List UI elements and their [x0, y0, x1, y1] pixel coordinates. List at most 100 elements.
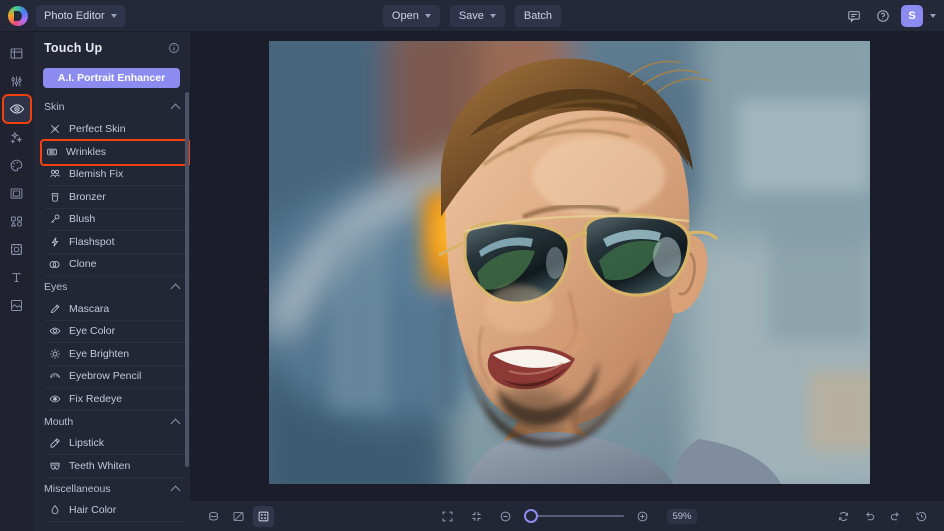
page-title: Touch Up — [44, 41, 103, 55]
undo-icon[interactable] — [859, 506, 880, 527]
open-button[interactable]: Open — [382, 5, 440, 27]
redo-icon[interactable] — [885, 506, 906, 527]
group-label-eyes: Eyes — [44, 281, 68, 293]
sidebar-item-color[interactable] — [4, 152, 30, 178]
list-item-label: Clone — [69, 258, 97, 271]
sidebar-item-adjust[interactable] — [4, 68, 30, 94]
bronzer-icon — [48, 190, 61, 203]
avatar-initial: S — [908, 10, 916, 22]
info-icon[interactable] — [168, 42, 180, 54]
list-item-fix-redeye[interactable]: Fix Redeye — [45, 388, 186, 411]
image-canvas[interactable] — [190, 32, 944, 500]
sidebar-item-crop[interactable] — [4, 40, 30, 66]
left-tool-rail — [0, 32, 33, 531]
photo-editor-window: Photo Editor Open Save Batch S Touch Up … — [0, 0, 944, 531]
chevron-up-icon — [170, 103, 181, 114]
topbar-right-group: S — [843, 0, 936, 32]
list-item-label: Blemish Fix — [69, 168, 124, 181]
zoom-controls: 59% — [190, 506, 944, 527]
group-header-skin[interactable]: Skin — [33, 96, 190, 118]
sidebar-item-touch-up[interactable] — [3, 96, 30, 122]
ai-portrait-enhancer-button[interactable]: A.I. Portrait Enhancer — [43, 68, 180, 88]
photo-artwork — [269, 41, 870, 484]
list-item-label: Teeth Whiten — [69, 459, 131, 472]
list-item-mascara[interactable]: Mascara — [45, 298, 186, 321]
chevron-down-icon — [110, 13, 117, 18]
group-label-miscellaneous: Miscellaneous — [44, 482, 111, 495]
list-item-label: Fix Redeye — [69, 392, 123, 405]
zoom-slider[interactable] — [524, 509, 625, 523]
fix-redeye-icon — [48, 392, 61, 405]
list-item-eye-color[interactable]: Eye Color — [45, 321, 186, 343]
zoom-in-icon[interactable] — [632, 506, 653, 527]
chevron-up-icon — [170, 283, 181, 294]
list-item-eye-brighten[interactable]: Eye Brighten — [45, 343, 186, 366]
teeth-whiten-icon — [48, 459, 61, 472]
list-item-flashspot[interactable]: Flashspot — [45, 231, 186, 254]
sidebar-item-layers[interactable] — [4, 292, 30, 318]
top-toolbar: Photo Editor Open Save Batch S — [0, 0, 944, 32]
list-item-eyebrow-pencil[interactable]: Eyebrow Pencil — [45, 366, 186, 388]
history-icon[interactable] — [911, 506, 932, 527]
chevron-down-icon[interactable] — [930, 14, 936, 18]
fit-to-screen-icon[interactable] — [437, 506, 458, 527]
panel-header: Touch Up — [33, 32, 190, 64]
list-item-label: Eye Brighten — [69, 347, 130, 360]
actual-size-icon[interactable] — [466, 506, 487, 527]
list-item-blemish-fix[interactable]: Blemish Fix — [45, 164, 186, 186]
list-item-perfect-skin[interactable]: Perfect Skin — [45, 118, 186, 141]
list-item-label: Blush — [69, 213, 96, 226]
app-switcher[interactable]: Photo Editor — [36, 4, 125, 27]
list-item-label: Eyebrow Pencil — [69, 370, 142, 383]
sidebar-item-effects[interactable] — [4, 124, 30, 150]
list-item-label: Mascara — [69, 302, 110, 315]
list-item-label: Perfect Skin — [69, 122, 126, 135]
touch-up-panel: Touch Up A.I. Portrait Enhancer Skin Per… — [33, 32, 190, 531]
list-item-label: Flashspot — [69, 235, 115, 248]
group-header-miscellaneous[interactable]: Miscellaneous — [33, 478, 190, 500]
lipstick-icon — [48, 437, 61, 450]
batch-button[interactable]: Batch — [514, 5, 562, 27]
sidebar-item-text[interactable] — [4, 264, 30, 290]
photo-preview[interactable] — [269, 41, 870, 484]
list-item-clone[interactable]: Clone — [45, 254, 186, 276]
list-item-lipstick[interactable]: Lipstick — [45, 433, 186, 455]
mascara-icon — [48, 302, 61, 315]
avatar[interactable]: S — [901, 5, 923, 27]
list-item-teeth-whiten[interactable]: Teeth Whiten — [45, 455, 186, 478]
blemish-fix-icon — [48, 168, 61, 181]
reset-icon[interactable] — [833, 506, 854, 527]
save-button[interactable]: Save — [449, 5, 505, 27]
group-header-eyes[interactable]: Eyes — [33, 276, 190, 298]
blush-icon — [48, 213, 61, 226]
eye-color-icon — [48, 325, 61, 338]
panel-scroll-area: Skin Perfect Skin Wrinkles Blemish Fix B… — [33, 96, 190, 531]
topbar-center-group: Open Save Batch — [0, 0, 944, 32]
list-item-wrinkles[interactable]: Wrinkles — [42, 141, 189, 164]
batch-button-label: Batch — [523, 10, 553, 22]
app-switcher-label: Photo Editor — [44, 9, 105, 22]
zoom-level-value: 59% — [667, 508, 697, 524]
chevron-down-icon — [424, 14, 431, 18]
sidebar-item-frames[interactable] — [4, 180, 30, 206]
feedback-icon[interactable] — [843, 5, 865, 27]
sidebar-item-overlays[interactable] — [4, 236, 30, 262]
list-item-label: Eye Color — [69, 325, 116, 338]
bee-logo-icon — [8, 5, 28, 26]
perfect-skin-icon — [48, 122, 61, 135]
list-item-label: Lipstick — [69, 437, 105, 450]
eye-brighten-icon — [48, 347, 61, 360]
zoom-slider-handle[interactable] — [524, 509, 539, 523]
list-item-bronzer[interactable]: Bronzer — [45, 186, 186, 209]
group-header-mouth[interactable]: Mouth — [33, 411, 190, 433]
group-label-skin: Skin — [44, 101, 65, 113]
chevron-down-icon — [489, 14, 496, 18]
topbar-left-group: Photo Editor — [0, 4, 125, 27]
flashspot-icon — [48, 235, 61, 248]
zoom-out-icon[interactable] — [495, 506, 516, 527]
list-item-hair-color[interactable]: Hair Color — [45, 500, 186, 522]
panel-scrollbar[interactable] — [185, 92, 189, 467]
sidebar-item-graphics[interactable] — [4, 208, 30, 234]
help-icon[interactable] — [872, 5, 894, 27]
list-item-blush[interactable]: Blush — [45, 209, 186, 231]
